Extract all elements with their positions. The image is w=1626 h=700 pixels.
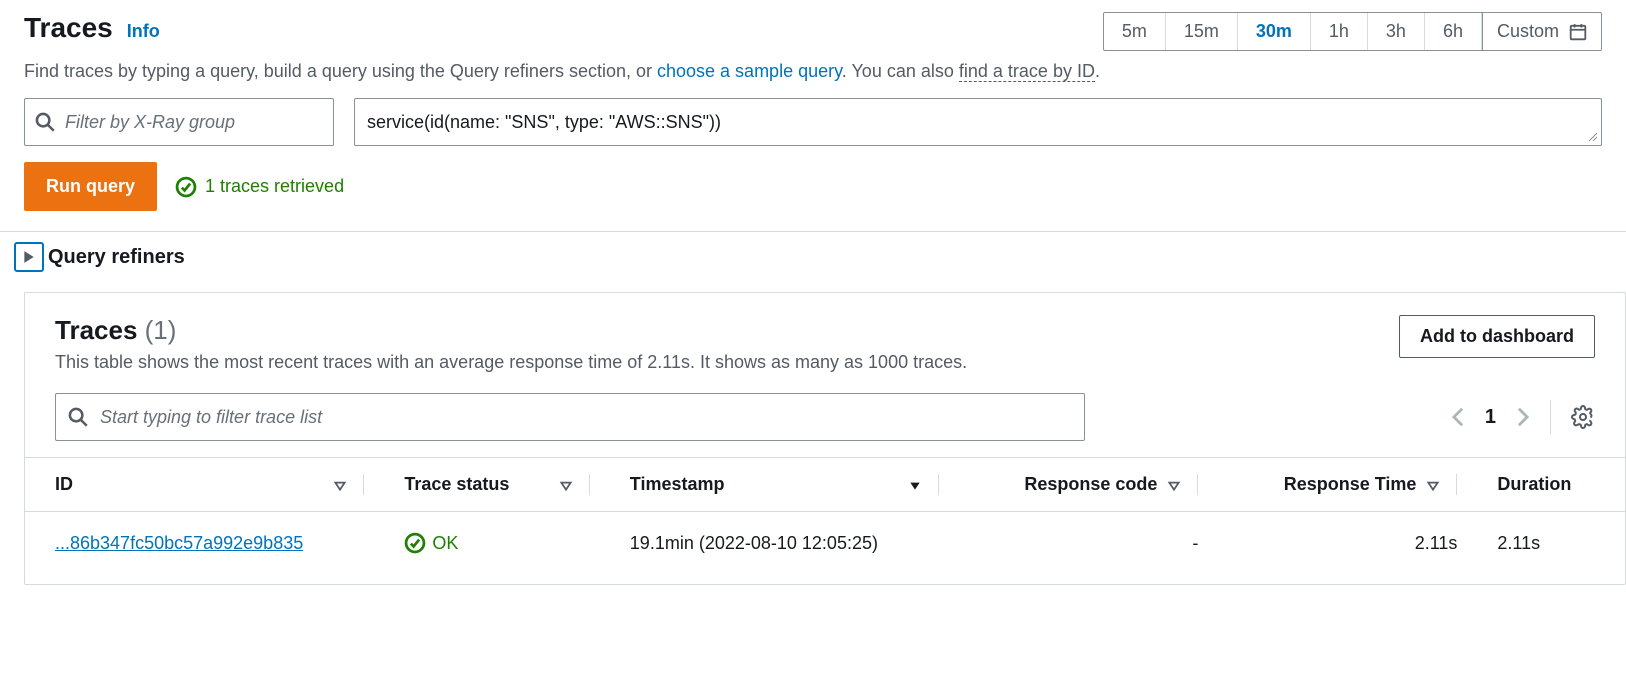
sample-query-link[interactable]: choose a sample query	[657, 61, 842, 81]
settings-button[interactable]	[1571, 405, 1595, 429]
find-trace-by-id-link[interactable]: find a trace by ID	[959, 61, 1095, 82]
sort-icon	[559, 478, 573, 492]
current-page: 1	[1485, 406, 1496, 429]
query-status-text: 1 traces retrieved	[205, 176, 344, 197]
description-text: Find traces by typing a query, build a q…	[0, 51, 1626, 98]
time-1h[interactable]: 1h	[1311, 13, 1368, 50]
group-filter-input[interactable]	[65, 112, 333, 133]
trace-duration: 2.11s	[1467, 512, 1625, 575]
traces-panel: Traces (1) This table shows the most rec…	[24, 292, 1626, 585]
query-input[interactable]: service(id(name: "SNS", type: "AWS::SNS"…	[354, 98, 1602, 146]
sort-icon	[333, 478, 347, 492]
run-query-button[interactable]: Run query	[24, 162, 157, 211]
group-filter[interactable]	[24, 98, 334, 146]
query-status: 1 traces retrieved	[175, 176, 344, 198]
add-to-dashboard-button[interactable]: Add to dashboard	[1399, 315, 1595, 358]
pagination-divider	[1550, 400, 1551, 434]
search-icon	[35, 112, 55, 132]
th-id[interactable]: ID	[25, 458, 374, 512]
panel-subtitle: This table shows the most recent traces …	[55, 346, 967, 373]
query-value: service(id(name: "SNS", type: "AWS::SNS"…	[367, 112, 721, 133]
th-timestamp[interactable]: Timestamp	[600, 458, 949, 512]
table-row: ...86b347fc50bc57a992e9b835 OK 19.1min (…	[25, 512, 1625, 575]
query-refiners-label: Query refiners	[48, 246, 185, 269]
th-duration[interactable]: Duration	[1467, 458, 1625, 512]
time-6h[interactable]: 6h	[1425, 13, 1482, 50]
time-custom[interactable]: Custom	[1482, 13, 1601, 50]
sort-icon	[1426, 478, 1440, 492]
check-circle-icon	[175, 176, 197, 198]
time-5m[interactable]: 5m	[1104, 13, 1166, 50]
time-3h[interactable]: 3h	[1368, 13, 1425, 50]
info-link[interactable]: Info	[127, 21, 160, 42]
trace-response-time: 2.11s	[1208, 512, 1467, 575]
prev-page-button[interactable]	[1451, 406, 1465, 428]
trace-list-filter-input[interactable]	[100, 407, 1084, 428]
th-response-time[interactable]: Response Time	[1208, 458, 1467, 512]
time-custom-label: Custom	[1497, 21, 1559, 42]
trace-response-code: -	[949, 512, 1208, 575]
th-status[interactable]: Trace status	[374, 458, 599, 512]
trace-status: OK	[404, 532, 589, 554]
trace-id-link[interactable]: ...86b347fc50bc57a992e9b835	[55, 533, 303, 553]
time-15m[interactable]: 15m	[1166, 13, 1238, 50]
description-mid: . You can also	[842, 61, 959, 81]
trace-list-filter[interactable]	[55, 393, 1085, 441]
description-prefix: Find traces by typing a query, build a q…	[24, 61, 657, 81]
panel-title: Traces	[55, 315, 137, 345]
search-icon	[68, 407, 88, 427]
calendar-icon	[1569, 23, 1587, 41]
trace-status-text: OK	[432, 533, 458, 554]
triangle-right-icon	[23, 250, 35, 264]
next-page-button[interactable]	[1516, 406, 1530, 428]
traces-table: ID Trace status Timestamp Response code …	[25, 457, 1625, 574]
resize-handle-icon[interactable]	[1587, 131, 1599, 143]
panel-count: (1)	[145, 315, 177, 345]
sort-desc-icon	[908, 478, 922, 492]
time-range-picker: 5m 15m 30m 1h 3h 6h Custom	[1103, 12, 1602, 51]
page-title: Traces	[24, 12, 113, 44]
sort-icon	[1167, 478, 1181, 492]
check-circle-icon	[404, 532, 426, 554]
expand-refiners-button[interactable]	[14, 242, 44, 272]
description-suffix: .	[1095, 61, 1100, 81]
trace-timestamp: 19.1min (2022-08-10 12:05:25)	[600, 512, 949, 575]
time-30m[interactable]: 30m	[1238, 13, 1311, 50]
th-response-code[interactable]: Response code	[949, 458, 1208, 512]
